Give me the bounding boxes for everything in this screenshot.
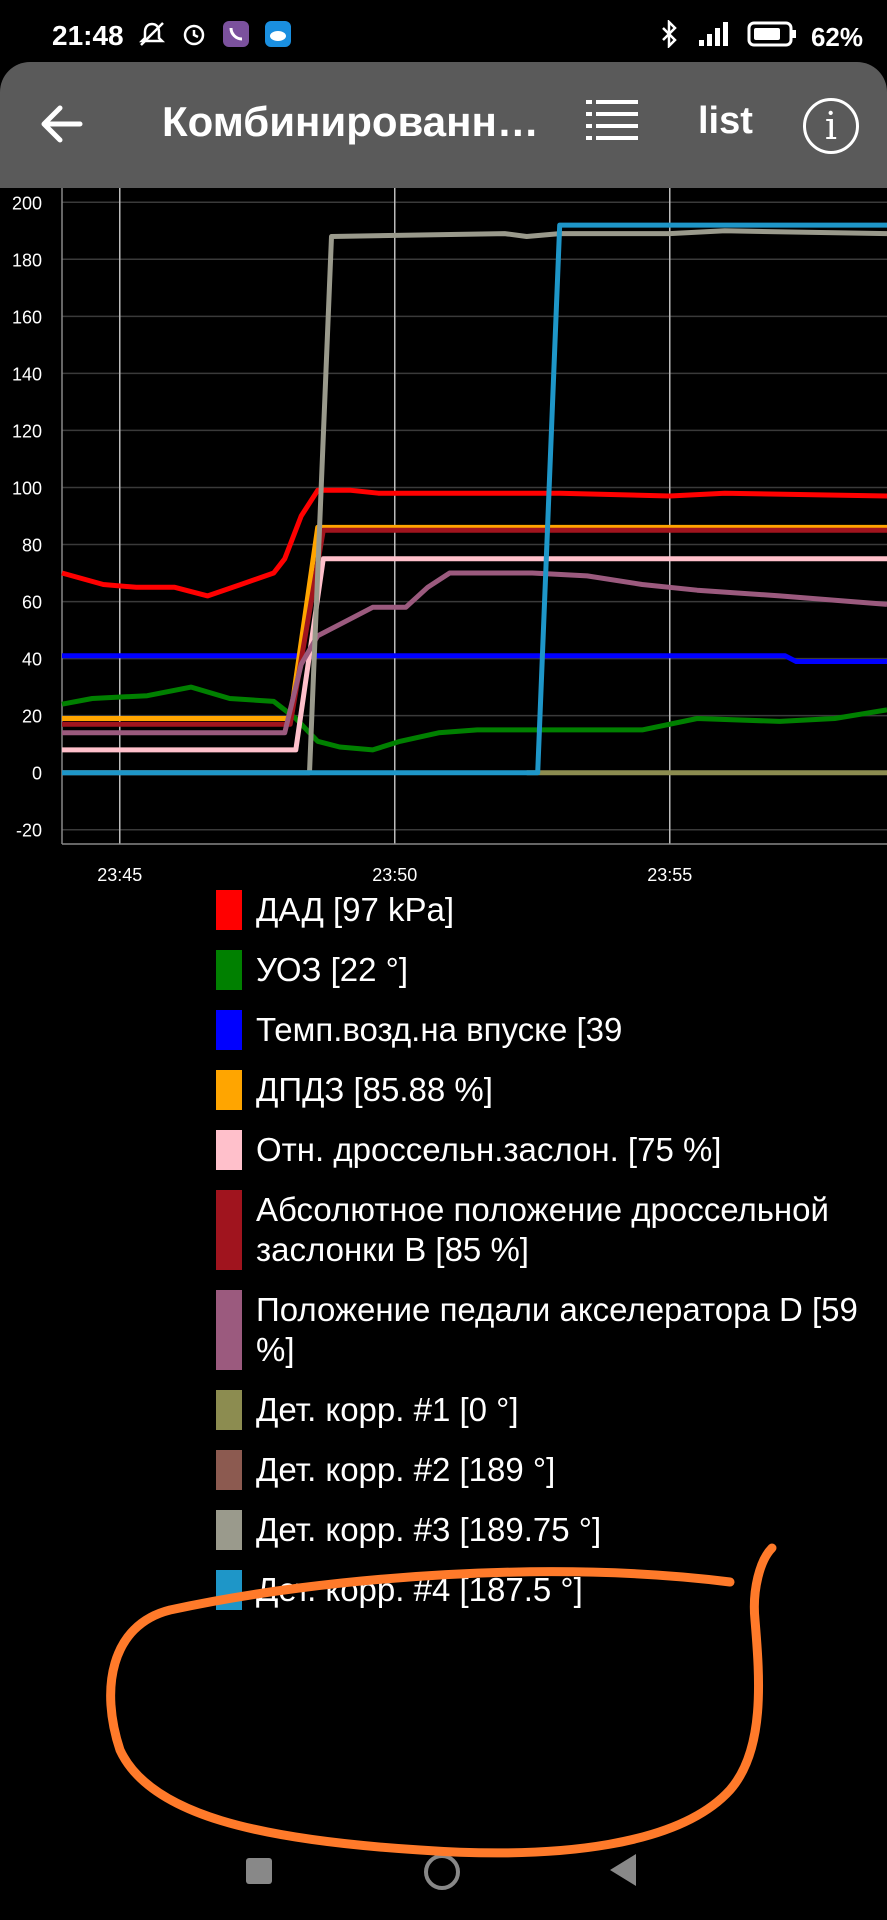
series-line-7: [62, 570, 887, 736]
nav-back-button[interactable]: [610, 1854, 636, 1886]
x-tick-label: 23:45: [97, 865, 142, 885]
system-icons: 62%: [659, 18, 863, 55]
page-title: Комбинированн…: [162, 98, 539, 145]
weather-icon: [264, 20, 292, 53]
y-tick-label: 140: [12, 364, 42, 384]
legend-swatch: [216, 1190, 242, 1270]
legend-label: Абсолютное положение дроссельной заслонк…: [256, 1191, 829, 1268]
x-tick-label: 23:55: [647, 865, 692, 885]
recent-apps-button[interactable]: [246, 1858, 272, 1884]
legend-label: Дет. корр. #3 [189.75 °]: [256, 1511, 602, 1548]
chart-legend: ДАД [97 kPa] УОЗ [22 °] Темп.возд.на впуск…: [216, 890, 876, 1630]
legend-item[interactable]: ДАД [97 kPa]: [216, 890, 876, 930]
legend-label: Положение педали акселератора D [59 %]: [256, 1291, 858, 1368]
legend-label: Дет. корр. #4 [187.5 °]: [256, 1571, 583, 1608]
line-chart[interactable]: 200180160140120100806040200-2023:45 23:50…: [0, 188, 887, 888]
y-tick-label: 20: [22, 707, 42, 727]
legend-item[interactable]: Темп.возд.на впуске [39: [216, 1010, 876, 1050]
battery-percent: 62%: [810, 22, 863, 52]
legend-swatch: [216, 1130, 242, 1170]
legend-label: УОЗ [22 °]: [256, 951, 409, 988]
x-tick-label: 23:50: [372, 865, 417, 885]
y-tick-label: -20: [16, 821, 42, 841]
y-tick-label: 40: [22, 650, 42, 670]
legend-item[interactable]: Дет. корр. #1 [0 °]: [216, 1390, 876, 1430]
legend-swatch: [216, 1510, 242, 1550]
info-button[interactable]: i: [803, 98, 859, 154]
legend-item[interactable]: Отн. дроссельн.заслон. [75 %]: [216, 1130, 876, 1170]
notification-icons: [138, 20, 292, 53]
legend-item[interactable]: Положение педали акселератора D [59 %]: [216, 1290, 876, 1370]
legend-label: Темп.возд.на впуске [39: [256, 1011, 623, 1048]
legend-label: Дет. корр. #2 [189 °]: [256, 1451, 556, 1488]
y-tick-label: 80: [22, 536, 42, 556]
y-tick-label: 120: [12, 421, 42, 441]
legend-swatch: [216, 890, 242, 930]
legend-swatch: [216, 1390, 242, 1430]
legend-swatch: [216, 950, 242, 990]
y-tick-label: 200: [12, 193, 42, 213]
y-tick-label: 100: [12, 478, 42, 498]
series-line-1: [61, 487, 887, 599]
legend-item[interactable]: Дет. корр. #2 [189 °]: [216, 1450, 876, 1490]
mute-icon: [138, 20, 166, 53]
legend-swatch: [216, 1570, 242, 1610]
y-tick-label: 180: [12, 250, 42, 270]
y-tick-label: 60: [22, 593, 42, 613]
legend-item[interactable]: ДПДЗ [85.88 %]: [216, 1070, 876, 1110]
y-tick-label: 160: [12, 307, 42, 327]
viber-icon: [222, 20, 250, 53]
legend-label: ДАД [97 kPa]: [256, 891, 455, 928]
series-line-10: [62, 228, 887, 776]
legend-swatch: [216, 1010, 242, 1050]
legend-item[interactable]: Абсолютное положение дроссельной заслонк…: [216, 1190, 876, 1270]
battery-icon: [747, 21, 797, 54]
legend-label: ДПДЗ [85.88 %]: [256, 1071, 493, 1108]
navigation-bar: [0, 1840, 887, 1920]
legend-label: Дет. корр. #1 [0 °]: [256, 1391, 519, 1428]
legend-item[interactable]: УОЗ [22 °]: [216, 950, 876, 990]
legend-item[interactable]: Дет. корр. #4 [187.5 °]: [216, 1570, 876, 1610]
back-button[interactable]: [30, 92, 94, 156]
signal-icon: [693, 20, 733, 55]
list-icon: [586, 100, 638, 140]
bluetooth-icon: [659, 18, 679, 55]
home-button[interactable]: [424, 1854, 460, 1890]
list-view-button[interactable]: [584, 96, 648, 156]
alarm-icon: [180, 20, 208, 53]
app-bar: Комбинированн… list i: [0, 62, 887, 188]
legend-swatch: [216, 1290, 242, 1370]
arrow-left-icon: [41, 105, 83, 143]
legend-swatch: [216, 1450, 242, 1490]
legend-swatch: [216, 1070, 242, 1110]
list-button[interactable]: list: [698, 100, 753, 143]
legend-item[interactable]: Дет. корр. #3 [189.75 °]: [216, 1510, 876, 1550]
y-tick-label: 0: [32, 764, 42, 784]
legend-label: Отн. дроссельн.заслон. [75 %]: [256, 1131, 722, 1168]
status-bar: 21:48 62%: [0, 0, 887, 68]
clock: 21:48: [52, 20, 124, 51]
